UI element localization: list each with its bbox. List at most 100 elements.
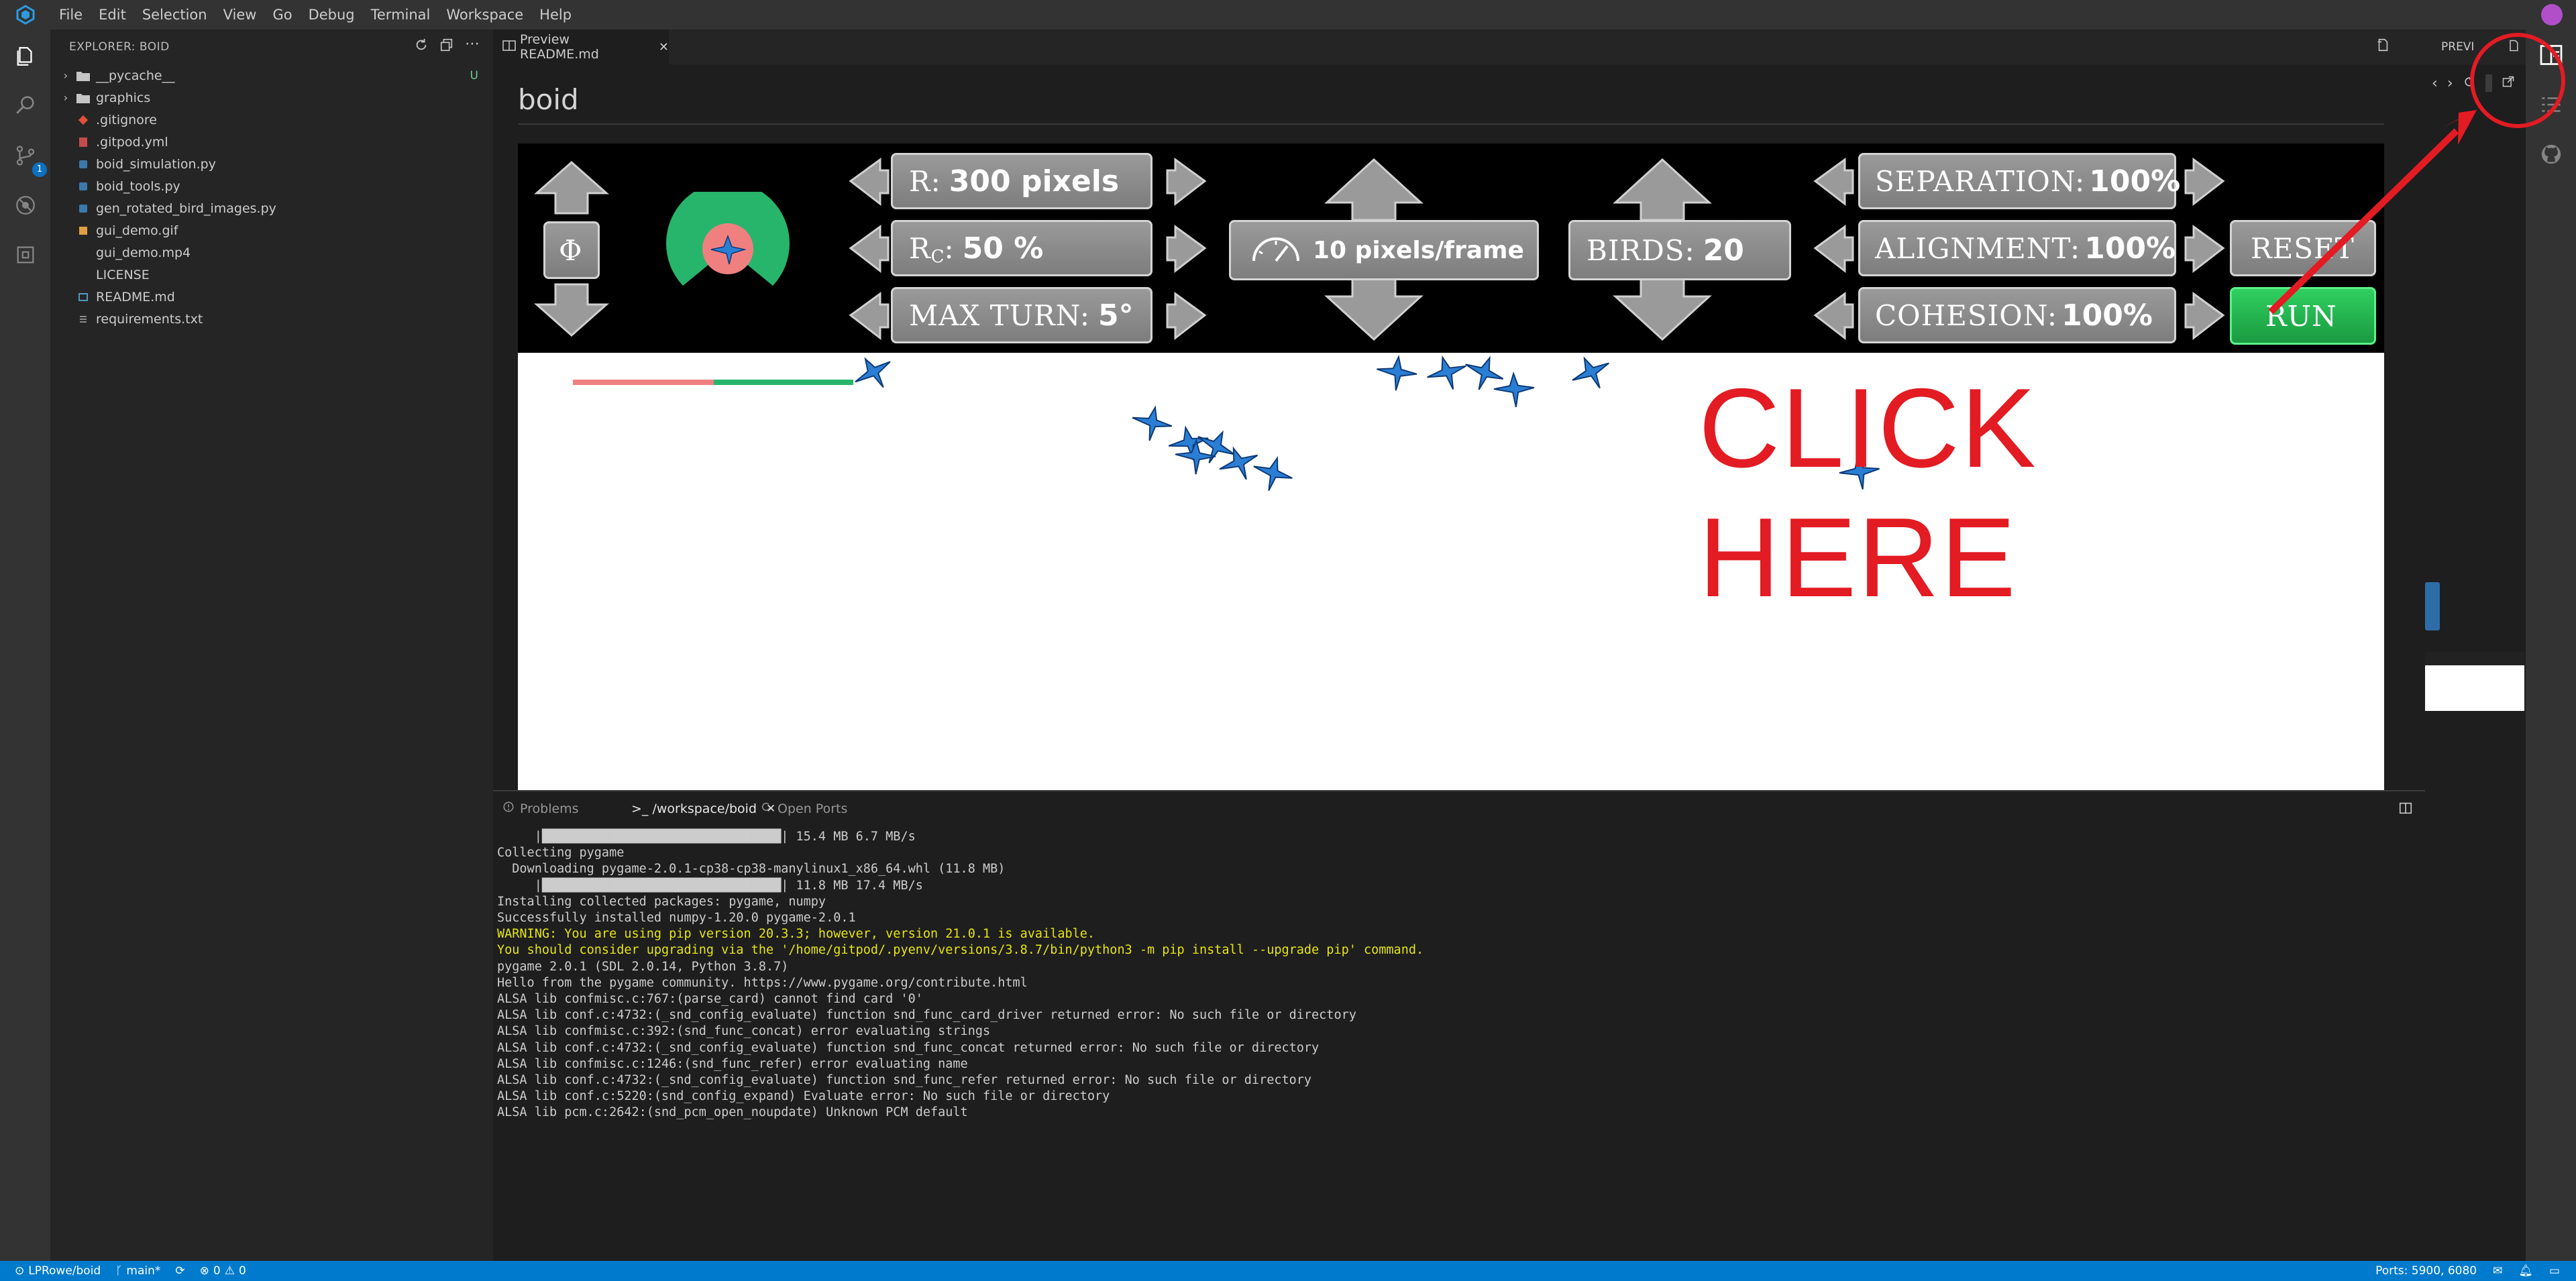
remote-repo[interactable]: ⊙ LPRowe/boid	[15, 1264, 101, 1278]
tree-item-label: boid_tools.py	[96, 178, 180, 194]
terminal-line: ALSA lib conf.c:4732:(_snd_config_evalua…	[497, 1073, 1312, 1088]
menu-file[interactable]: File	[51, 0, 91, 30]
folder-file-icon	[73, 92, 93, 104]
run-button[interactable]: RUN	[2230, 287, 2376, 345]
folder-file-icon	[73, 70, 93, 82]
terminal-line: Successfully installed numpy-1.20.0 pyga…	[497, 911, 856, 926]
tab-open-ports-label: Open Ports	[777, 801, 848, 816]
open-source-icon[interactable]	[2375, 38, 2390, 55]
activity-bar: 1	[0, 30, 50, 1261]
preview-thumbnail	[2425, 652, 2524, 711]
gitpod-logo-icon[interactable]	[0, 0, 51, 30]
terminal-line: ALSA lib confmisc.c:392:(snd_func_concat…	[497, 1024, 991, 1039]
separation-button[interactable]: SEPARATION: 100%	[1858, 153, 2180, 209]
editor-group: Preview README.md ✕ boid Φ R: 300 pixels…	[493, 30, 2425, 790]
terminal-line: ALSA lib conf.c:5220:(snd_config_expand)…	[497, 1089, 1110, 1104]
panel-tabs: Problems >_ /workspace/boid ✕ Open Ports	[493, 791, 2425, 826]
search-icon[interactable]	[12, 91, 39, 118]
tab-terminal[interactable]: >_ /workspace/boid ✕	[604, 791, 787, 826]
collision-radius-button[interactable]: RC: 50 %	[891, 220, 1152, 276]
terminal-line: You should consider upgrading via the '/…	[497, 943, 1424, 958]
user-avatar[interactable]	[2541, 4, 2563, 25]
py-file-icon	[73, 181, 93, 192]
chat-icon[interactable]: ▭	[2549, 1264, 2560, 1278]
branch-indicator[interactable]: ᚴ main*	[115, 1264, 160, 1278]
chevron-right-icon: ›	[63, 69, 68, 82]
tree-item-boid-simulation-py[interactable]: boid_simulation.py	[50, 153, 493, 175]
collapse-sidebar-handle[interactable]	[2425, 582, 2440, 630]
tree-item-pycache[interactable]: › __pycache__ U	[50, 64, 493, 87]
tree-item-boid-tools-py[interactable]: boid_tools.py	[50, 175, 493, 197]
terminal-output[interactable]: |████████████████████████████████| 15.4 …	[497, 829, 1424, 1121]
url-bar[interactable]	[2485, 74, 2492, 92]
more-actions-icon[interactable]: ⋯	[465, 37, 480, 55]
extensions-icon[interactable]	[12, 241, 39, 268]
ports-indicator[interactable]: Ports: 5900, 6080	[2375, 1264, 2477, 1278]
reload-icon[interactable]	[2463, 75, 2476, 91]
tab-preview-readme[interactable]: Preview README.md ✕	[493, 30, 669, 64]
phi-button[interactable]: Φ	[543, 221, 600, 279]
menu-view[interactable]: View	[215, 0, 265, 30]
close-icon[interactable]: ✕	[659, 40, 669, 54]
py-file-icon	[73, 159, 93, 170]
tree-item-gitignore[interactable]: .gitignore	[50, 109, 493, 131]
menu-go[interactable]: Go	[264, 0, 300, 30]
debug-icon[interactable]	[12, 192, 39, 219]
sync-icon[interactable]: ⟳	[175, 1264, 184, 1278]
side-preview-tabbar: PREVI	[2425, 30, 2526, 64]
menu-terminal[interactable]: Terminal	[363, 0, 439, 30]
alignment-button[interactable]: ALIGNMENT: 100%	[1858, 220, 2176, 276]
menu-workspace[interactable]: Workspace	[438, 0, 531, 30]
tree-item-label: gui_demo.gif	[96, 223, 178, 238]
menu-debug[interactable]: Debug	[301, 0, 363, 30]
feedback-icon[interactable]: ✉	[2493, 1264, 2502, 1278]
open-external-icon[interactable]	[2502, 75, 2515, 91]
open-source-icon[interactable]	[2507, 39, 2520, 55]
source-control-icon[interactable]: 1	[12, 142, 47, 177]
menu-edit[interactable]: Edit	[91, 0, 134, 30]
simulation-canvas[interactable]: CLICK HERE	[518, 353, 2384, 790]
git-file-icon	[73, 115, 93, 125]
outline-list-icon[interactable]	[2538, 91, 2565, 118]
github-icon[interactable]	[2538, 141, 2565, 168]
menu-selection[interactable]: Selection	[134, 0, 215, 30]
refresh-icon[interactable]	[414, 38, 429, 55]
menu-help[interactable]: Help	[531, 0, 580, 30]
radius-button[interactable]: R: 300 pixels	[891, 153, 1152, 209]
tab-open-ports[interactable]: Open Ports	[760, 791, 847, 826]
forward-icon[interactable]: ›	[2447, 75, 2453, 92]
maximize-panel-icon[interactable]	[2398, 801, 2413, 818]
terminal-line: |████████████████████████████████| 11.8 …	[497, 878, 923, 893]
tab-problems[interactable]: Problems	[502, 791, 579, 826]
tree-item-gui-demo-gif[interactable]: gui_demo.gif	[50, 219, 493, 241]
tree-item-label: boid_simulation.py	[96, 156, 216, 172]
explorer-icon[interactable]	[12, 43, 39, 70]
tree-item-gitpod-yml[interactable]: .gitpod.yml	[50, 131, 493, 153]
tree-item-gen-rotated-bird-images-py[interactable]: gen_rotated_bird_images.py	[50, 197, 493, 219]
terminal-line: ALSA lib conf.c:4732:(_snd_config_evalua…	[497, 1008, 1356, 1023]
tree-item-gui-demo-mp4[interactable]: gui_demo.mp4	[50, 241, 493, 264]
birds-button[interactable]: BIRDS: 20	[1568, 220, 1791, 280]
collapse-all-icon[interactable]	[439, 38, 454, 55]
problems-counter[interactable]: ⊗ 0 ⚠ 0	[200, 1264, 246, 1278]
md-file-icon	[73, 292, 93, 302]
preview-layout-icon[interactable]	[2538, 42, 2565, 68]
tree-item-requirements-txt[interactable]: requirements.txt	[50, 308, 493, 330]
speed-button[interactable]: 10 pixels/frame	[1229, 220, 1539, 280]
tree-item-license[interactable]: LICENSE	[50, 264, 493, 286]
reset-button[interactable]: RESET	[2230, 220, 2376, 276]
back-icon[interactable]: ‹	[2432, 75, 2438, 92]
bell-icon[interactable]: 🔔︎	[2518, 1264, 2533, 1278]
side-preview-tab[interactable]: PREVI	[2441, 30, 2474, 64]
tree-item-graphics[interactable]: › graphics	[50, 87, 493, 109]
max-turn-button[interactable]: MAX TURN: 5°	[891, 287, 1152, 343]
cohesion-button[interactable]: COHESION: 100%	[1858, 287, 2176, 343]
tree-item-readme-md[interactable]: README.md	[50, 286, 493, 308]
bottom-panel: Problems >_ /workspace/boid ✕ Open Ports…	[493, 790, 2425, 1261]
menubar: File Edit Selection View Go Debug Terminal Work…	[0, 0, 2576, 30]
right-activity-bar	[2526, 30, 2576, 1261]
terminal-line: ALSA lib confmisc.c:767:(parse_card) can…	[497, 992, 923, 1007]
file-tree: › __pycache__ U › graphics .gitignore .gitpod.…	[50, 64, 493, 330]
branch-icon: ᚴ	[115, 1264, 123, 1278]
bird-sprite	[855, 357, 891, 388]
